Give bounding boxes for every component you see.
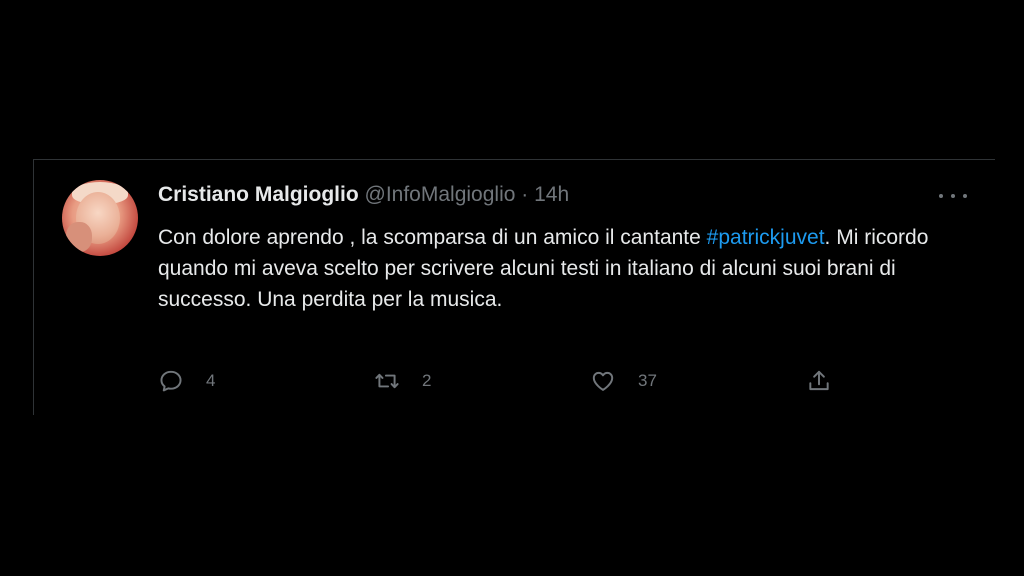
comment-bubble-icon (160, 370, 182, 392)
avatar-hand (66, 222, 92, 252)
more-dots-icon[interactable] (939, 186, 967, 206)
like-button[interactable]: 37 (590, 368, 657, 394)
more-dot (939, 194, 943, 198)
more-dot (963, 194, 967, 198)
share-button[interactable] (806, 368, 832, 394)
separator-dot: · (521, 183, 529, 206)
retweet-button[interactable]: 2 (374, 368, 431, 394)
author-handle[interactable]: @InfoMalgioglio (365, 183, 516, 206)
page: Cristiano Malgioglio @InfoMalgioglio · 1… (0, 0, 1024, 576)
tweet-actions: 4 2 37 (158, 368, 858, 398)
reply-count: 4 (206, 371, 216, 390)
tweet-header: Cristiano Malgioglio @InfoMalgioglio · 1… (158, 182, 569, 208)
heart-icon (592, 371, 614, 391)
tweet-card[interactable]: Cristiano Malgioglio @InfoMalgioglio · 1… (33, 159, 995, 415)
tweet-text-part-1: Con dolore aprendo , la scomparsa di un … (158, 226, 707, 249)
more-dot (951, 194, 955, 198)
retweet-count: 2 (422, 371, 432, 390)
like-count: 37 (638, 371, 657, 390)
reply-button[interactable]: 4 (158, 368, 215, 394)
share-upload-icon (809, 370, 829, 391)
tweet-timestamp[interactable]: 14h (534, 183, 569, 206)
retweet-arrows-icon (375, 373, 399, 389)
tweet-text: Con dolore aprendo , la scomparsa di un … (158, 222, 948, 315)
avatar[interactable] (62, 180, 138, 256)
author-name[interactable]: Cristiano Malgioglio (158, 183, 359, 206)
hashtag-link[interactable]: #patrickjuvet (707, 226, 825, 249)
